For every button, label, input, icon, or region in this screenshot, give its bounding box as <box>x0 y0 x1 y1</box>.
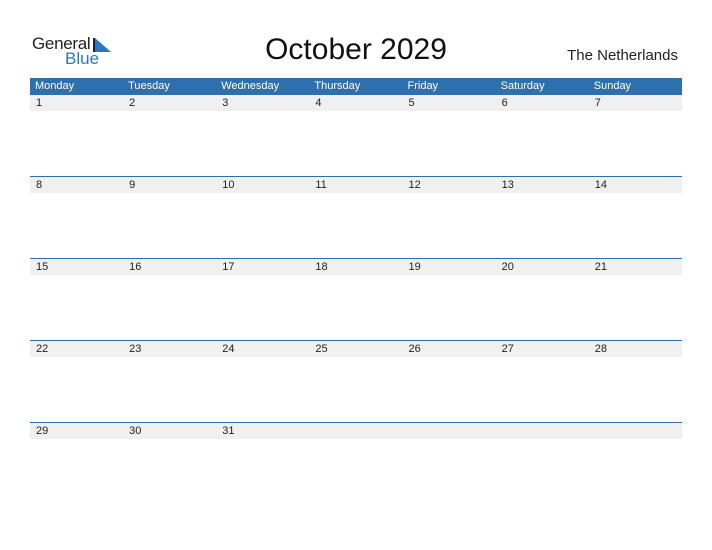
day-cell[interactable] <box>30 275 123 339</box>
day-cells <box>30 193 682 257</box>
day-cell[interactable] <box>403 111 496 175</box>
day-number: 6 <box>501 97 508 109</box>
weekday-saturday: Saturday <box>500 80 545 92</box>
weekday-monday: Monday <box>35 80 75 92</box>
day-number: 1 <box>36 97 43 109</box>
day-cells <box>30 439 682 503</box>
day-cell[interactable] <box>216 357 309 421</box>
day-cell[interactable] <box>589 193 682 257</box>
day-number: 2 <box>129 97 136 109</box>
day-cell[interactable] <box>216 193 309 257</box>
day-number <box>403 423 496 439</box>
day-cell[interactable] <box>123 275 216 339</box>
day-number: 23 <box>129 343 142 355</box>
day-number: 25 <box>315 343 328 355</box>
day-cells <box>30 111 682 175</box>
date-band: 22 23 24 25 26 27 28 <box>30 341 682 357</box>
day-number: 20 <box>501 261 514 273</box>
day-number <box>496 423 589 439</box>
week-row: 22 23 24 25 26 27 28 <box>30 340 682 422</box>
day-cell[interactable] <box>309 111 402 175</box>
day-number: 31 <box>222 425 235 437</box>
date-band: 15 16 17 18 19 20 21 <box>30 259 682 275</box>
day-cell[interactable] <box>30 439 123 503</box>
day-number: 27 <box>501 343 514 355</box>
day-cell[interactable] <box>30 357 123 421</box>
day-number: 16 <box>129 261 142 273</box>
day-cell[interactable] <box>30 193 123 257</box>
day-number: 21 <box>594 261 607 273</box>
day-number: 17 <box>222 261 235 273</box>
date-band: 1 2 3 4 5 6 7 <box>30 95 682 111</box>
day-number: 8 <box>36 179 43 191</box>
day-number <box>309 423 402 439</box>
day-cell[interactable] <box>216 275 309 339</box>
week-row: 15 16 17 18 19 20 21 <box>30 258 682 340</box>
week-row: 29 30 31 <box>30 422 682 504</box>
date-band: 8 9 10 11 12 13 14 <box>30 177 682 193</box>
day-cell[interactable] <box>496 193 589 257</box>
day-cell[interactable] <box>496 439 589 503</box>
day-cell[interactable] <box>123 357 216 421</box>
day-number: 3 <box>222 97 229 109</box>
day-cell[interactable] <box>589 111 682 175</box>
weekday-tuesday: Tuesday <box>128 80 170 92</box>
day-cell[interactable] <box>30 111 123 175</box>
day-cells <box>30 275 682 339</box>
day-number: 18 <box>315 261 328 273</box>
day-cell[interactable] <box>309 357 402 421</box>
day-number: 24 <box>222 343 235 355</box>
day-number: 4 <box>315 97 322 109</box>
day-cell[interactable] <box>589 439 682 503</box>
weekday-wednesday: Wednesday <box>221 80 280 92</box>
country-label: The Netherlands <box>567 47 678 64</box>
date-band: 29 30 31 <box>30 423 682 439</box>
day-cell[interactable] <box>589 275 682 339</box>
day-cells <box>30 357 682 421</box>
calendar-grid: Monday Tuesday Wednesday Thursday Friday… <box>30 78 682 504</box>
day-number: 30 <box>129 425 142 437</box>
day-number: 10 <box>222 179 235 191</box>
day-number: 7 <box>594 97 601 109</box>
day-number: 28 <box>594 343 607 355</box>
day-cell[interactable] <box>403 357 496 421</box>
day-number: 14 <box>594 179 607 191</box>
day-number: 22 <box>36 343 49 355</box>
weekday-thursday: Thursday <box>314 80 361 92</box>
day-number <box>589 423 682 439</box>
day-number: 19 <box>408 261 421 273</box>
weekday-friday: Friday <box>407 80 439 92</box>
day-cell[interactable] <box>309 439 402 503</box>
day-cell[interactable] <box>403 439 496 503</box>
day-cell[interactable] <box>309 275 402 339</box>
day-cell[interactable] <box>123 193 216 257</box>
day-number: 13 <box>501 179 514 191</box>
day-cell[interactable] <box>496 111 589 175</box>
day-number: 12 <box>408 179 421 191</box>
day-number: 5 <box>408 97 415 109</box>
day-cell[interactable] <box>496 357 589 421</box>
day-cell[interactable] <box>403 193 496 257</box>
day-number: 9 <box>129 179 136 191</box>
day-cell[interactable] <box>123 439 216 503</box>
week-row: 8 9 10 11 12 13 14 <box>30 176 682 258</box>
day-cell[interactable] <box>589 357 682 421</box>
weekday-sunday: Sunday <box>593 80 632 92</box>
day-number: 11 <box>315 179 327 191</box>
day-cell[interactable] <box>496 275 589 339</box>
day-cell[interactable] <box>216 111 309 175</box>
day-cell[interactable] <box>123 111 216 175</box>
day-cell[interactable] <box>309 193 402 257</box>
day-number: 26 <box>408 343 421 355</box>
day-cell[interactable] <box>403 275 496 339</box>
day-number: 15 <box>36 261 49 273</box>
day-number: 29 <box>36 425 49 437</box>
week-row: 1 2 3 4 5 6 7 <box>30 95 682 176</box>
weekday-header: Monday Tuesday Wednesday Thursday Friday… <box>30 78 682 95</box>
day-cell[interactable] <box>216 439 309 503</box>
